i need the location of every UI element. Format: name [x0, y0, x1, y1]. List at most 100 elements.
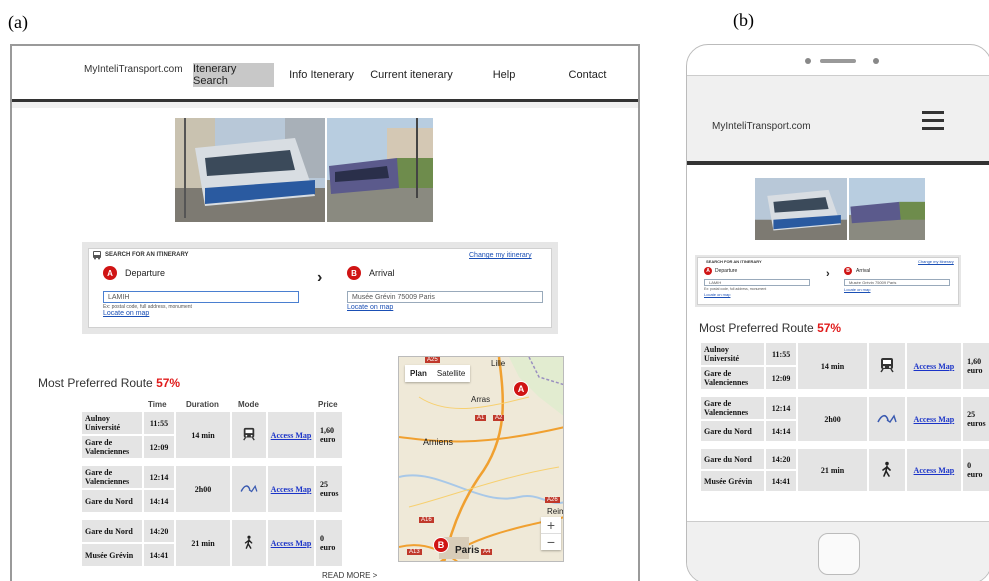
search-title: SEARCH FOR AN ITINERARY [105, 252, 189, 258]
mobile-access-map-link[interactable]: Access Map [914, 466, 955, 475]
mobile-leg-from-time: 12:14 [766, 397, 796, 419]
leg-to-time: 14:14 [144, 490, 174, 512]
leg-from-station: Gare du Nord [82, 520, 142, 542]
mobile-arrival-label: Arrival [856, 268, 871, 274]
map-marker-a[interactable]: A [513, 381, 529, 397]
departure-input[interactable]: LAMIH [103, 291, 299, 303]
mobile-device: MyInteliTransport.com SEARCH FOR AN ITIN… [686, 44, 989, 581]
mobile-route-title-text: Most Preferred Route [699, 321, 814, 335]
mobile-leg-price: 1,60 euro [963, 343, 989, 389]
map-city-lille: Lille [491, 359, 506, 368]
desktop-window: MyInteliTransport.com Itenerary Search I… [10, 44, 640, 581]
map-marker-b[interactable]: B [433, 537, 449, 553]
access-map-link[interactable]: Access Map [271, 485, 312, 494]
mobile-leg-price: 25 euros [963, 397, 989, 441]
mobile-route-leg-gap-cell [701, 443, 989, 447]
access-map-cell: Access Map [268, 520, 314, 566]
nav-contact[interactable]: Contact [545, 63, 630, 87]
zoom-controls: + − [541, 517, 561, 550]
leg-to-station: Gare du Nord [82, 490, 142, 512]
mobile-route-leg-2-departure-row: Gare de Valenciennes 12:14 2h00 Access Map 2… [701, 397, 989, 441]
tram-photo-1 [175, 118, 325, 222]
nav-help[interactable]: Help [464, 63, 544, 87]
route-leg-gap [82, 460, 342, 464]
mobile-site-logo[interactable]: MyInteliTransport.com [712, 121, 811, 132]
mobile-leg-price-unit: euro [967, 470, 983, 479]
mobile-access-map-link[interactable]: Access Map [914, 362, 955, 371]
zoom-in-button[interactable]: + [541, 517, 561, 533]
mobile-departure-input[interactable]: LAMIH [704, 279, 810, 286]
arrival-locate-link[interactable]: Locate on map [347, 304, 393, 311]
tram-icon [232, 412, 266, 458]
tram-photo-2 [327, 118, 433, 222]
map-canvas [399, 357, 563, 561]
column-price: Price [318, 400, 338, 409]
site-logo[interactable]: MyInteliTransport.com [84, 64, 183, 75]
mobile-change-itinerary-link[interactable]: Change my itinerary [918, 259, 954, 264]
road-a2: A2 [493, 415, 505, 421]
mobile-departure-hint: Ex: postal code, full address, monument [704, 287, 767, 291]
mobile-departure-locate-link[interactable]: Locate on map [704, 292, 730, 297]
leg-to-station: Gare de Valenciennes [82, 436, 142, 458]
mobile-walking-icon [869, 449, 905, 491]
panel-label-b: (b) [733, 10, 754, 30]
sensor-dot [873, 58, 879, 64]
map-tab-plan[interactable]: Plan [405, 365, 432, 382]
nav-itinerary-search[interactable]: Itenerary Search [193, 63, 274, 87]
column-duration: Duration [186, 400, 219, 409]
access-map-link[interactable]: Access Map [271, 431, 312, 440]
read-more-link[interactable]: READ MORE > [322, 571, 377, 580]
mobile-tram-photo-1 [755, 178, 847, 240]
column-time: Time [148, 400, 167, 409]
nav-current-itinerary[interactable]: Current itenerary [367, 63, 456, 87]
route-map[interactable]: Lille Arras Amiens Paris Reim A25 A1 A2 … [398, 356, 564, 562]
mobile-leg-duration: 2h00 [797, 397, 868, 441]
leg-price: 0 euro [316, 520, 342, 566]
leg-from-time: 12:14 [144, 466, 174, 488]
map-city-arras: Arras [471, 395, 491, 404]
road-a25: A25 [425, 357, 440, 363]
map-type-tabs: Plan Satellite [405, 365, 471, 382]
leg-to-station: Musée Grévin [82, 544, 142, 566]
mobile-leg-to-station: Gare du Nord [701, 421, 765, 441]
route-leg-gap-cell [82, 514, 342, 518]
arrival-input[interactable]: Musée Grévin 75009 Paris [347, 291, 543, 303]
desktop-header: MyInteliTransport.com Itenerary Search I… [12, 46, 638, 100]
leg-price: 25 euros [316, 466, 342, 512]
mobile-route-leg-1-departure-row: Aulnoy Université 11:55 14 min Access Map 1,… [701, 343, 989, 389]
nav-info-itinerary[interactable]: Info Itenerary [283, 63, 360, 87]
mobile-leg-price: 0 euro [963, 449, 989, 491]
access-map-link[interactable]: Access Map [271, 539, 312, 548]
mobile-route-percent: 57% [817, 321, 842, 335]
panel-label-a: (a) [8, 12, 28, 32]
mobile-leg-price-value: 25 [967, 410, 976, 419]
leg-from-time: 11:55 [144, 412, 174, 434]
zoom-out-button[interactable]: − [541, 533, 561, 550]
mobile-departure-pin-icon: A [704, 267, 712, 275]
change-itinerary-link[interactable]: Change my itinerary [469, 252, 532, 259]
departure-pin-icon: A [103, 266, 117, 280]
mobile-search-title: SEARCH FOR AN ITINERARY [706, 259, 762, 264]
mobile-leg-duration: 21 min [797, 449, 868, 491]
mobile-leg-to-station: Musée Grévin [701, 471, 765, 491]
mobile-arrival-locate-link[interactable]: Locate on map [844, 287, 870, 292]
walking-icon [232, 520, 266, 566]
mobile-search-panel: SEARCH FOR AN ITINERARY Change my itiner… [697, 257, 959, 305]
camera-dot [805, 58, 811, 64]
map-tab-satellite[interactable]: Satellite [432, 365, 470, 382]
arrival-label: Arrival [369, 268, 395, 278]
mobile-leg-to-time: 14:14 [766, 421, 796, 441]
mobile-access-map-cell: Access Map [906, 449, 962, 491]
speaker-slot [820, 59, 856, 63]
departure-locate-link[interactable]: Locate on map [103, 310, 149, 317]
mobile-access-map-cell: Access Map [906, 343, 962, 389]
hamburger-icon[interactable] [922, 111, 944, 135]
road-a4: A4 [481, 549, 493, 555]
mobile-leg-from-station: Gare de Valenciennes [701, 397, 765, 419]
itinerary-search-box: SEARCH FOR AN ITINERARY Change my itiner… [82, 242, 558, 334]
mobile-arrival-input[interactable]: Musée Grévin 75009 Paris [844, 279, 950, 286]
mobile-leg-price-value: 0 [967, 461, 972, 470]
home-button[interactable] [818, 533, 860, 575]
mobile-access-map-link[interactable]: Access Map [914, 415, 955, 424]
mobile-route-title: Most Preferred Route 57% [699, 321, 841, 335]
